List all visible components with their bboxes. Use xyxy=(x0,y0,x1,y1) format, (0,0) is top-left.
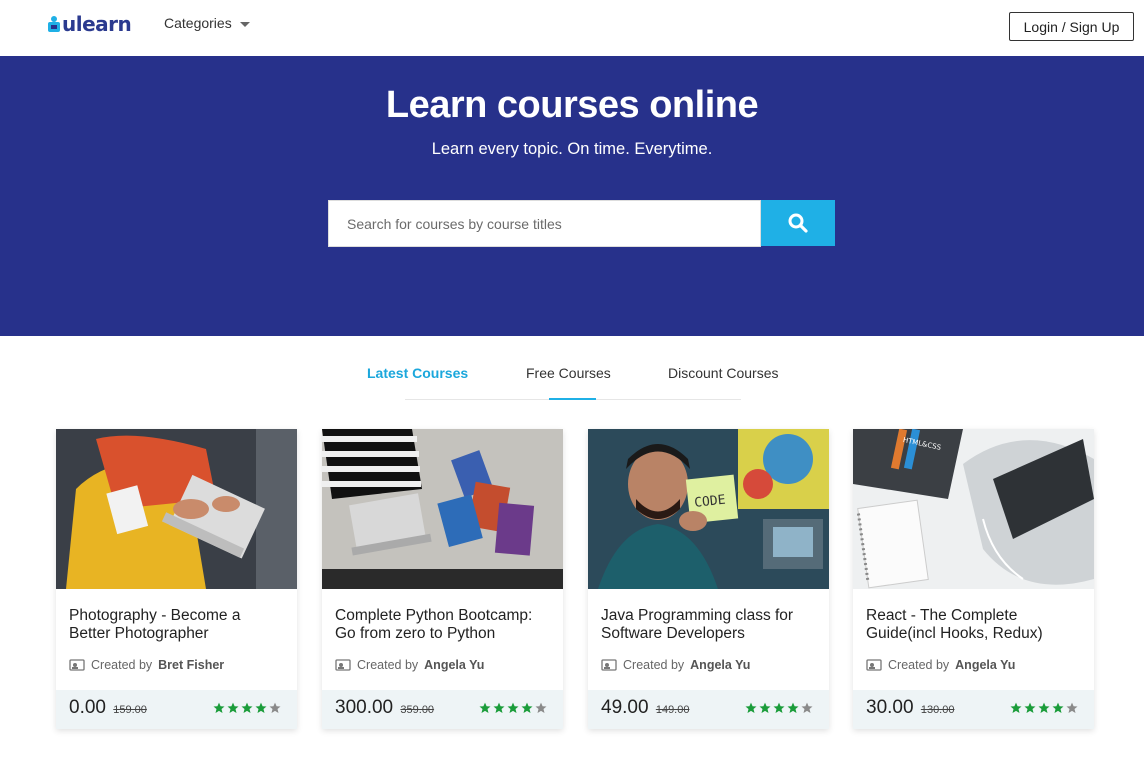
hero-title: Learn courses online xyxy=(385,84,759,126)
search-icon xyxy=(788,213,808,233)
star-filled-icon xyxy=(255,702,267,713)
rating-stars xyxy=(1010,702,1078,714)
course-card[interactable]: CODE Java Programming class for Software… xyxy=(588,429,829,729)
course-author: Created by Angela Yu xyxy=(601,658,750,672)
instructor-icon xyxy=(335,659,351,671)
course-card[interactable]: HTML&CSS React - The Complete Guide(incl… xyxy=(853,429,1094,729)
created-by-label: Created by xyxy=(888,658,950,672)
course-search-input[interactable] xyxy=(328,200,761,247)
current-price: 30.00 xyxy=(866,697,914,718)
course-footer: 49.00 149.00 xyxy=(588,690,829,729)
course-author: Created by Angela Yu xyxy=(866,658,1015,672)
author-name: Bret Fisher xyxy=(158,658,225,672)
created-by-label: Created by xyxy=(623,658,685,672)
rating-stars xyxy=(745,702,813,714)
star-filled-icon xyxy=(759,702,771,713)
created-by-label: Created by xyxy=(91,658,153,672)
course-title[interactable]: Java Programming class for Software Deve… xyxy=(601,607,816,643)
login-signup-button[interactable]: Login / Sign Up xyxy=(1009,12,1134,41)
course-card[interactable]: Complete Python Bootcamp: Go from zero t… xyxy=(322,429,563,729)
hero-subtitle: Learn every topic. On time. Everytime. xyxy=(431,140,713,158)
star-filled-icon xyxy=(1038,702,1050,713)
star-filled-icon xyxy=(1024,702,1036,713)
current-price: 49.00 xyxy=(601,697,649,718)
tab-free-courses[interactable]: Free Courses xyxy=(526,365,611,381)
current-price: 0.00 xyxy=(69,697,106,718)
current-price: 300.00 xyxy=(335,697,394,718)
star-filled-icon xyxy=(493,702,505,713)
course-price: 300.00 359.00 xyxy=(335,697,434,719)
star-empty-icon xyxy=(1066,702,1078,713)
course-footer: 30.00 130.00 xyxy=(853,690,1094,729)
course-thumbnail[interactable]: CODE xyxy=(588,429,829,589)
rating-stars xyxy=(479,702,547,714)
original-price: 359.00 xyxy=(400,704,435,716)
tab-discount-courses[interactable]: Discount Courses xyxy=(668,365,779,381)
star-empty-icon xyxy=(535,702,547,713)
course-author: Created by Bret Fisher xyxy=(69,658,224,672)
star-filled-icon xyxy=(745,702,757,713)
categories-label: Categories xyxy=(164,15,232,31)
instructor-icon xyxy=(69,659,85,671)
instructor-icon xyxy=(866,659,882,671)
java-course-image: CODE xyxy=(588,429,829,589)
course-author: Created by Angela Yu xyxy=(335,658,484,672)
photography-course-image xyxy=(56,429,297,589)
course-tabs: Latest Courses Free Courses Discount Cou… xyxy=(0,336,1144,400)
logo-icon xyxy=(48,16,60,32)
original-price: 130.00 xyxy=(920,704,955,716)
active-tab-indicator xyxy=(549,398,596,400)
star-filled-icon xyxy=(1010,702,1022,713)
star-filled-icon xyxy=(227,702,239,713)
star-filled-icon xyxy=(241,702,253,713)
ulearn-logo[interactable]: ulearn xyxy=(47,12,132,36)
tab-latest-courses[interactable]: Latest Courses xyxy=(367,365,468,381)
categories-dropdown[interactable]: Categories xyxy=(164,15,250,31)
course-title[interactable]: Complete Python Bootcamp: Go from zero t… xyxy=(335,607,550,643)
course-price: 49.00 149.00 xyxy=(601,697,689,719)
created-by-label: Created by xyxy=(357,658,419,672)
star-filled-icon xyxy=(787,702,799,713)
star-empty-icon xyxy=(269,702,281,713)
course-title[interactable]: Photography - Become a Better Photograph… xyxy=(69,607,284,643)
course-price: 30.00 130.00 xyxy=(866,697,954,719)
course-thumbnail[interactable] xyxy=(322,429,563,589)
author-name: Angela Yu xyxy=(424,658,485,672)
star-filled-icon xyxy=(773,702,785,713)
search-button[interactable] xyxy=(761,200,835,246)
course-footer: 300.00 359.00 xyxy=(322,690,563,729)
logo-text: ulearn xyxy=(62,12,132,36)
course-thumbnail[interactable]: HTML&CSS xyxy=(853,429,1094,589)
original-price: 149.00 xyxy=(655,704,690,716)
course-title[interactable]: React - The Complete Guide(incl Hooks, R… xyxy=(866,607,1081,643)
author-name: Angela Yu xyxy=(690,658,751,672)
rating-stars xyxy=(213,702,281,714)
python-course-image xyxy=(322,429,563,589)
star-filled-icon xyxy=(479,702,491,713)
caret-down-icon xyxy=(239,21,250,27)
react-course-image: HTML&CSS xyxy=(853,429,1094,589)
course-thumbnail[interactable] xyxy=(56,429,297,589)
star-filled-icon xyxy=(507,702,519,713)
star-filled-icon xyxy=(521,702,533,713)
star-filled-icon xyxy=(1052,702,1064,713)
star-filled-icon xyxy=(213,702,225,713)
hero-banner: Learn courses online Learn every topic. … xyxy=(0,56,1144,336)
original-price: 159.00 xyxy=(113,704,147,716)
course-card[interactable]: Photography - Become a Better Photograph… xyxy=(56,429,297,729)
course-price: 0.00 159.00 xyxy=(69,697,147,719)
instructor-icon xyxy=(601,659,617,671)
star-empty-icon xyxy=(801,702,813,713)
course-footer: 0.00 159.00 xyxy=(56,690,297,729)
author-name: Angela Yu xyxy=(955,658,1016,672)
top-navbar: ulearn Categories Login / Sign Up xyxy=(0,0,1144,56)
